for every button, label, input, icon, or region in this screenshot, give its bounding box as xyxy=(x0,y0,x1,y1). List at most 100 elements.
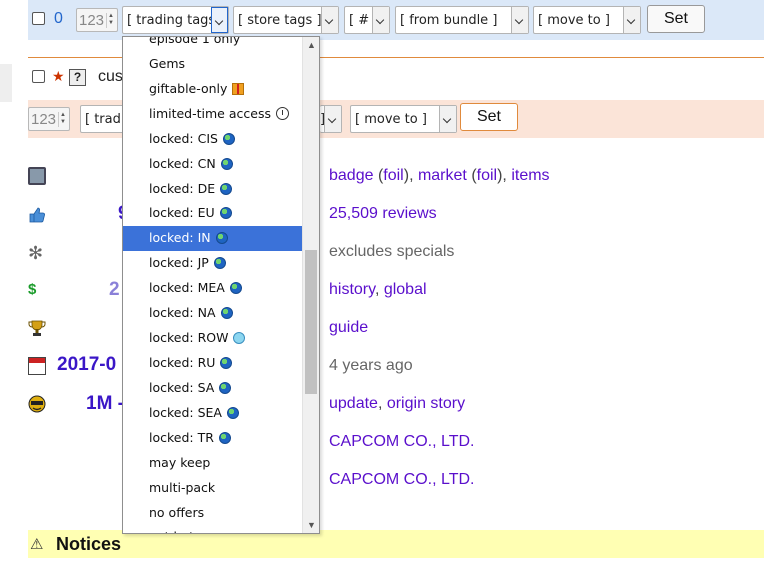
price-partial: 2 xyxy=(109,279,120,300)
dropdown-option[interactable]: locked: CN xyxy=(123,152,303,177)
move-to-select[interactable]: [ move to ] xyxy=(350,105,457,133)
globe-icon xyxy=(220,356,233,369)
developer-link[interactable]: CAPCOM CO., LTD. xyxy=(329,433,475,450)
trading-tags-select[interactable]: [ trading tags ] xyxy=(122,6,229,34)
globe-icon xyxy=(229,282,242,295)
publisher-link[interactable]: CAPCOM CO., LTD. xyxy=(329,471,475,488)
price-history-row: history, global xyxy=(329,281,427,298)
origin-story-link[interactable]: origin story xyxy=(387,395,465,412)
specials-row: excludes specials xyxy=(329,243,454,261)
select-all-checkbox[interactable] xyxy=(32,12,45,25)
custom-label: cus xyxy=(98,68,123,85)
from-bundle-select[interactable]: [ from bundle ] xyxy=(395,6,529,34)
chevron-down-icon[interactable] xyxy=(372,7,389,33)
chevron-down-icon[interactable] xyxy=(439,106,456,132)
dropdown-option[interactable]: limited-time access xyxy=(123,102,303,127)
developer-row: CAPCOM CO., LTD. xyxy=(329,433,475,451)
release-ago-text: 4 years ago xyxy=(329,357,413,374)
globe-light-icon xyxy=(233,332,246,345)
dropdown-option[interactable]: episode 1 only xyxy=(123,37,303,52)
chevron-down-icon[interactable] xyxy=(324,106,341,132)
badge-links: badge (foil), market (foil), items xyxy=(329,167,550,184)
market-link[interactable]: market xyxy=(418,167,467,184)
thumbs-up-icon xyxy=(28,206,46,224)
left-tab-edge xyxy=(0,64,12,102)
dropdown-option[interactable]: locked: MEA xyxy=(123,276,303,301)
history-link[interactable]: history xyxy=(329,281,375,298)
dropdown-option[interactable]: not beta xyxy=(123,525,303,533)
globe-icon xyxy=(218,431,231,444)
globe-icon xyxy=(220,307,233,320)
calendar-icon xyxy=(28,357,46,375)
trading-tags-dropdown[interactable]: episode 1 only Gems giftable-only limited-t… xyxy=(122,36,320,534)
dropdown-scrollbar[interactable]: ▲ ▼ xyxy=(302,37,319,533)
chevron-down-icon[interactable] xyxy=(211,7,228,33)
players-partial: 1M - xyxy=(86,393,124,414)
globe-icon xyxy=(226,406,239,419)
dropdown-option[interactable]: locked: IN xyxy=(123,226,303,252)
dropdown-option[interactable]: multi-pack xyxy=(123,476,303,501)
stepper-arrows-icon[interactable]: ▲ ▼ xyxy=(106,13,115,28)
dropdown-option[interactable]: locked: SEA xyxy=(123,401,303,426)
reviews-link[interactable]: 25,509 reviews xyxy=(329,205,437,222)
notices-title: Notices xyxy=(56,534,122,554)
global-link[interactable]: global xyxy=(384,281,427,298)
store-tags-select[interactable]: [ store tags ] xyxy=(233,6,339,34)
stepper-arrows-icon[interactable]: ▲ ▼ xyxy=(58,112,67,127)
dropdown-option[interactable]: giftable-only xyxy=(123,77,303,102)
trophy-icon xyxy=(28,319,46,337)
dropdown-option[interactable]: locked: DE xyxy=(123,177,303,202)
publisher-row: CAPCOM CO., LTD. xyxy=(329,471,475,489)
dropdown-option[interactable]: locked: ROW xyxy=(123,326,303,351)
star-icon[interactable]: ★ xyxy=(52,68,65,85)
globe-icon xyxy=(219,207,232,220)
release-date-partial: 2017-0 xyxy=(57,354,117,375)
scrollbar-thumb[interactable] xyxy=(305,250,317,394)
globe-icon xyxy=(213,257,226,270)
asterisk-icon: ✻ xyxy=(28,243,44,263)
quantity-stepper[interactable]: 123 ▲ ▼ xyxy=(28,107,70,131)
store-tags-select[interactable]: ] xyxy=(320,105,342,133)
dropdown-option[interactable]: locked: NA xyxy=(123,301,303,326)
move-to-select[interactable]: [ move to ] xyxy=(533,6,641,34)
selected-count: 0 xyxy=(54,10,63,27)
guide-link[interactable]: guide xyxy=(329,319,368,336)
dropdown-option[interactable]: locked: JP xyxy=(123,251,303,276)
help-icon[interactable]: ? xyxy=(69,69,86,86)
dropdown-option[interactable]: locked: EU xyxy=(123,201,303,226)
scroll-down-arrow-icon[interactable]: ▼ xyxy=(303,517,319,533)
update-row: update, origin story xyxy=(329,395,466,412)
clock-icon xyxy=(275,106,289,120)
set-button[interactable]: Set xyxy=(460,103,518,131)
dropdown-option[interactable]: Gems xyxy=(123,52,303,77)
badge-foil-link[interactable]: foil xyxy=(383,167,403,184)
dropdown-option[interactable]: locked: TR xyxy=(123,426,303,451)
item-checkbox[interactable] xyxy=(32,70,45,83)
market-foil-link[interactable]: foil xyxy=(477,167,497,184)
dropdown-option[interactable]: locked: SA xyxy=(123,376,303,401)
scroll-up-arrow-icon[interactable]: ▲ xyxy=(303,37,319,53)
globe-icon xyxy=(220,182,233,195)
globe-icon xyxy=(222,132,235,145)
warning-icon: ⚠ xyxy=(30,536,44,553)
globe-icon xyxy=(220,157,233,170)
mascot-icon xyxy=(28,395,46,413)
quantity-stepper[interactable]: 123 ▲ ▼ xyxy=(76,8,118,32)
dollar-icon: $ xyxy=(28,281,37,298)
globe-icon xyxy=(215,232,228,245)
hash-select[interactable]: [ # ] xyxy=(344,6,390,34)
trading-card-icon xyxy=(28,167,46,185)
dropdown-option[interactable]: locked: RU xyxy=(123,351,303,376)
dropdown-option[interactable]: no offers xyxy=(123,501,303,526)
badge-link[interactable]: badge xyxy=(329,167,374,184)
dropdown-option[interactable]: locked: CIS xyxy=(123,127,303,152)
top-toolbar: 0 123 ▲ ▼ [ trading tags ] [ store tags ]… xyxy=(28,0,764,40)
dropdown-options: episode 1 only Gems giftable-only limited-t… xyxy=(123,37,303,533)
items-link[interactable]: items xyxy=(511,167,549,184)
chevron-down-icon[interactable] xyxy=(321,7,338,33)
dropdown-option[interactable]: may keep xyxy=(123,451,303,476)
chevron-down-icon[interactable] xyxy=(623,7,640,33)
chevron-down-icon[interactable] xyxy=(511,7,528,33)
set-button[interactable]: Set xyxy=(647,5,705,33)
update-link[interactable]: update xyxy=(329,395,378,412)
